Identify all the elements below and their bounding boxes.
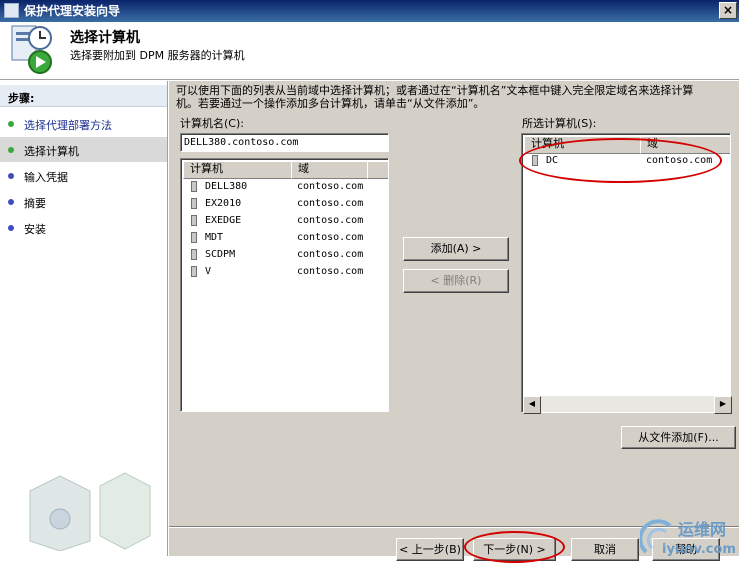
step-label: 选择代理部署方法 <box>24 119 112 132</box>
instructions-text: 可以使用下面的列表从当前域中选择计算机；或者通过在“计算机名”文本框中键入完全限… <box>176 84 694 110</box>
page-subtitle: 选择要附加到 DPM 服务器的计算机 <box>70 49 245 62</box>
step-credentials[interactable]: 输入凭据 <box>0 163 167 188</box>
list-item[interactable]: SCDPM contoso.com <box>191 246 386 263</box>
horizontal-scrollbar[interactable]: ◀ ▶ <box>523 396 732 414</box>
selected-computers-label: 所选计算机(S): <box>522 117 597 130</box>
column-header-filler <box>367 161 388 179</box>
list-item[interactable]: V contoso.com <box>191 263 386 280</box>
computer-name-input[interactable]: DELL380.contoso.com <box>180 133 389 152</box>
steps-heading: 步骤: <box>0 85 167 107</box>
window-title: 保护代理安装向导 <box>24 4 121 18</box>
step-label: 安装 <box>24 223 46 236</box>
step-status-dot <box>8 199 14 205</box>
cancel-button[interactable]: 取消 <box>571 538 639 561</box>
computer-name-label: 计算机名(C): <box>180 117 244 130</box>
add-from-file-button[interactable]: 从文件添加(F)... <box>621 426 736 449</box>
wizard-header: 选择计算机 选择要附加到 DPM 服务器的计算机 <box>0 22 739 80</box>
step-select-computers[interactable]: 选择计算机 <box>0 137 167 162</box>
watermark-url: iyunv.com <box>662 542 736 557</box>
step-label: 选择计算机 <box>24 145 79 158</box>
add-button[interactable]: 添加(A) > <box>403 237 509 261</box>
steps-sidebar: 步骤: 选择代理部署方法 选择计算机 输入凭据 摘要 安装 <box>0 81 168 556</box>
computer-domain: contoso.com <box>297 198 364 209</box>
server-illustration-icon <box>29 472 151 551</box>
annotation-ellipse-next <box>464 531 565 563</box>
scroll-left-icon[interactable]: ◀ <box>523 396 541 414</box>
server-icon <box>191 181 197 192</box>
computer-name: V <box>205 266 212 277</box>
column-header-domain[interactable]: 域 <box>291 161 375 179</box>
list-item[interactable]: MDT contoso.com <box>191 229 386 246</box>
remove-button[interactable]: < 删除(R) <box>403 269 509 293</box>
scroll-right-icon[interactable]: ▶ <box>714 396 732 414</box>
step-label: 输入凭据 <box>24 171 68 184</box>
app-icon <box>4 3 19 18</box>
server-icon <box>191 249 197 260</box>
computer-name: EXEDGE <box>205 215 242 226</box>
step-status-dot <box>8 225 14 231</box>
computer-domain: contoso.com <box>297 232 364 243</box>
step-label: 摘要 <box>24 197 46 210</box>
column-header-computer[interactable]: 计算机 <box>183 161 299 179</box>
server-icon <box>191 232 197 243</box>
step-summary[interactable]: 摘要 <box>0 189 167 214</box>
server-icon <box>191 266 197 277</box>
step-status-dot <box>8 121 14 127</box>
list-item[interactable]: DELL380 contoso.com <box>191 178 386 195</box>
close-button[interactable]: × <box>719 2 737 19</box>
back-button[interactable]: < 上一步(B) <box>396 538 464 561</box>
computer-name: MDT <box>205 232 224 243</box>
watermark-text: 运维网 <box>678 520 727 539</box>
step-status-dot <box>8 147 14 153</box>
list-item[interactable]: EX2010 contoso.com <box>191 195 386 212</box>
step-status-dot <box>8 173 14 179</box>
list-item[interactable]: EXEDGE contoso.com <box>191 212 386 229</box>
computer-domain: contoso.com <box>297 215 364 226</box>
computer-name: EX2010 <box>205 198 242 209</box>
computer-name: SCDPM <box>205 249 236 260</box>
watermark: 运维网 iyunv.com <box>640 514 739 562</box>
annotation-ellipse-selected <box>519 138 722 183</box>
computer-name: DELL380 <box>205 181 248 192</box>
step-deployment-method[interactable]: 选择代理部署方法 <box>0 111 167 136</box>
computer-domain: contoso.com <box>297 266 364 277</box>
available-computers-list[interactable]: 计算机 域 DELL380 contoso.com EX2010 contoso… <box>180 158 389 412</box>
computer-domain: contoso.com <box>297 249 364 260</box>
server-icon <box>191 215 197 226</box>
wizard-computer-icon <box>11 25 52 74</box>
server-icon <box>191 198 197 209</box>
title-bar: 保护代理安装向导 × <box>0 0 739 22</box>
step-install[interactable]: 安装 <box>0 215 167 240</box>
page-title: 选择计算机 <box>70 30 140 46</box>
computer-domain: contoso.com <box>297 181 364 192</box>
